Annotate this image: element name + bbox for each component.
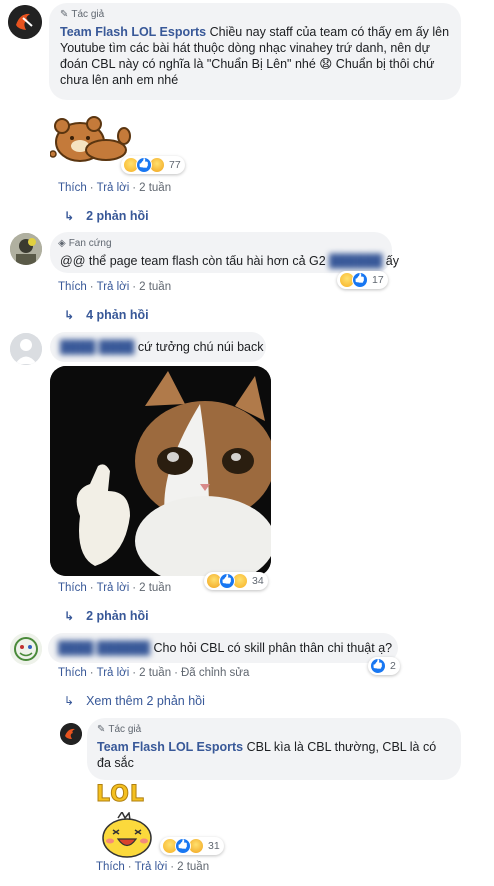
diamond-icon: ◈ — [58, 238, 66, 249]
mention-blurred[interactable]: ██████ — [329, 254, 382, 268]
pencil-icon: ✎ — [60, 9, 69, 20]
fan-badge: ◈ Fan cứng — [58, 238, 112, 249]
sticker-bear — [49, 112, 134, 167]
timestamp[interactable]: 2 tuần — [139, 582, 171, 594]
view-replies-link[interactable]: ↳ 4 phản hồi — [64, 308, 149, 322]
comment-text-suffix: ấy — [385, 254, 399, 268]
reply-button[interactable]: Trả lời — [97, 582, 130, 594]
like-button[interactable]: Thích — [58, 667, 87, 679]
reply-arrow-icon: ↳ — [64, 209, 75, 223]
view-replies-link[interactable]: ↳ 2 phản hồi — [64, 209, 149, 223]
reaction-summary[interactable]: 2 — [368, 657, 400, 675]
like-button[interactable]: Thích — [58, 281, 87, 293]
avatar[interactable] — [10, 633, 42, 665]
user-avatar-icon — [10, 633, 42, 665]
timestamp[interactable]: 2 tuần — [177, 861, 209, 873]
like-icon — [136, 157, 152, 173]
comment-author[interactable]: Team Flash LOL Esports — [60, 25, 206, 39]
avatar[interactable] — [60, 723, 82, 745]
attached-image-crying-cat[interactable] — [50, 366, 271, 576]
like-icon — [175, 838, 191, 854]
avatar[interactable] — [10, 333, 42, 365]
timestamp[interactable]: 2 tuần — [139, 281, 171, 293]
reply-button[interactable]: Trả lời — [97, 281, 130, 293]
author-blurred[interactable]: ████ ████ — [60, 340, 134, 354]
reply-arrow-icon: ↳ — [64, 694, 75, 708]
reaction-summary[interactable]: 77 — [121, 156, 185, 174]
comment-text: cứ tưởng chú núi back — [137, 340, 264, 354]
avatar[interactable] — [8, 5, 42, 39]
reply-arrow-icon: ↳ — [64, 609, 75, 623]
comment-bubble: ████ ██████ Cho hỏi CBL có skill phân th… — [48, 633, 398, 663]
like-icon — [219, 573, 235, 589]
like-icon — [370, 658, 386, 674]
sticker-text: LOL — [96, 782, 145, 808]
comment-bubble: ████ ████ cứ tưởng chú núi back — [50, 332, 266, 362]
comment-text: Cho hỏi CBL có skill phân thân chi thuật… — [153, 641, 393, 655]
reaction-summary[interactable]: 17 — [337, 271, 388, 289]
comment-bubble: ✎ Tác giả Team Flash LOL Esports CBL kìa… — [87, 718, 461, 780]
timestamp[interactable]: 2 tuần — [139, 667, 171, 679]
comment-bubble: ◈ Fan cứng @@ thể page team flash còn tấ… — [50, 232, 399, 273]
sticker-lol-chick: LOL — [94, 782, 164, 860]
author-blurred[interactable]: ████ ██████ — [58, 641, 150, 655]
like-button[interactable]: Thích — [58, 182, 87, 194]
like-button[interactable]: Thích — [96, 861, 125, 873]
reaction-summary[interactable]: 34 — [204, 572, 268, 590]
view-replies-link[interactable]: ↳ 2 phản hồi — [64, 609, 149, 623]
reply-button[interactable]: Trả lời — [97, 182, 130, 194]
comment-bubble: ✎ Tác giả Team Flash LOL Esports Chiều n… — [49, 3, 461, 100]
user-avatar-icon — [10, 233, 42, 265]
reply-button[interactable]: Trả lời — [97, 667, 130, 679]
default-avatar-icon — [10, 333, 42, 365]
pencil-icon: ✎ — [97, 724, 106, 735]
like-icon — [352, 272, 368, 288]
author-badge: ✎ Tác giả — [97, 724, 142, 735]
team-flash-logo-icon — [60, 723, 82, 745]
team-flash-logo-icon — [8, 5, 42, 39]
like-button[interactable]: Thích — [58, 582, 87, 594]
author-badge: ✎ Tác giả — [60, 9, 105, 20]
comment-author[interactable]: Team Flash LOL Esports — [97, 740, 243, 754]
reply-button[interactable]: Trả lời — [135, 861, 168, 873]
view-more-replies-link[interactable]: ↳ Xem thêm 2 phản hồi — [64, 694, 205, 708]
avatar[interactable] — [10, 233, 42, 265]
reaction-summary[interactable]: 31 — [160, 837, 224, 855]
timestamp[interactable]: 2 tuần — [139, 182, 171, 194]
reply-arrow-icon: ↳ — [64, 308, 75, 322]
comment-text: @@ thể page team flash còn tấu hài hơn c… — [60, 254, 326, 268]
edited-label[interactable]: Đã chỉnh sửa — [181, 667, 249, 679]
